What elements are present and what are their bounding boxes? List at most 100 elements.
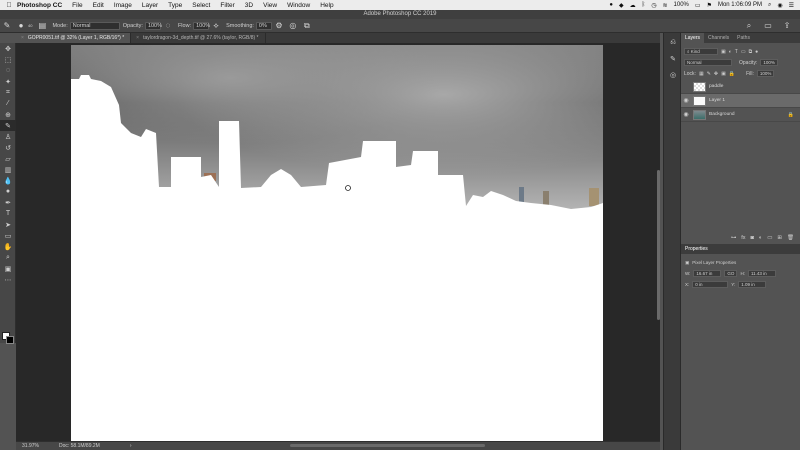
share-icon[interactable]: ⇪ — [782, 21, 792, 31]
tab-paths[interactable]: Paths — [733, 33, 754, 43]
document-canvas[interactable] — [71, 45, 603, 442]
layer-fill-field[interactable]: 100% — [756, 70, 775, 77]
time-machine-icon[interactable]: ◷ — [651, 2, 656, 9]
close-tab-icon[interactable]: × — [136, 35, 139, 41]
magic-wand-tool[interactable]: ✦ — [0, 76, 16, 87]
menu-edit[interactable]: Edit — [93, 2, 104, 9]
opacity-field[interactable]: 100% — [144, 21, 162, 30]
menu-view[interactable]: View — [263, 2, 277, 9]
menu-image[interactable]: Image — [114, 2, 132, 9]
layer-style-icon[interactable]: fx — [741, 235, 745, 241]
marquee-tool[interactable]: ⬚ — [0, 54, 16, 65]
layer-opacity-field[interactable]: 100% — [760, 59, 778, 66]
workspace-icon[interactable]: ▭ — [763, 21, 773, 31]
vertical-scrollbar[interactable] — [657, 170, 660, 320]
tab-taylordragon[interactable]: × taylordragon-3d_depth.tif @ 27.6% (tayl… — [131, 33, 266, 43]
blend-mode-select[interactable]: Normal — [684, 59, 732, 66]
menu-layer[interactable]: Layer — [142, 2, 158, 9]
lock-transparent-icon[interactable]: ▦ — [699, 71, 704, 77]
bluetooth-icon[interactable]: ᛒ — [642, 2, 646, 8]
height-field[interactable]: 11.43 in — [747, 270, 776, 277]
eyedropper-tool[interactable]: ⁄ — [0, 98, 16, 109]
layer-row-layer-1[interactable]: ◉ Layer 1 — [681, 94, 800, 108]
filter-smart-icon[interactable]: ⧉ — [749, 49, 753, 55]
clone-stamp-tool[interactable]: ♙ — [0, 131, 16, 142]
eye-icon[interactable]: ◉ — [681, 97, 691, 104]
new-layer-icon[interactable]: ⊞ — [777, 235, 782, 241]
menu-select[interactable]: Select — [192, 2, 210, 9]
tab-channels[interactable]: Channels — [704, 33, 733, 43]
app-status-icon[interactable]: ● — [609, 2, 613, 8]
type-tool[interactable]: T — [0, 208, 16, 219]
eraser-tool[interactable]: ▱ — [0, 153, 16, 164]
zoom-tool[interactable]: ⌕ — [0, 252, 16, 263]
lock-artboard-icon[interactable]: ▣ — [721, 71, 726, 77]
pressure-size-icon[interactable]: ◎ — [288, 21, 298, 31]
layer-row-paddle[interactable]: paddle — [681, 80, 800, 94]
layer-name[interactable]: Layer 1 — [709, 98, 725, 103]
menu-file[interactable]: File — [72, 2, 82, 9]
add-mask-icon[interactable]: ◙ — [751, 235, 754, 241]
filter-type-icon[interactable]: T — [735, 49, 738, 55]
spotlight-icon[interactable]: ⌕ — [768, 2, 771, 9]
zoom-level[interactable]: 31.97% — [22, 443, 39, 449]
path-selection-tool[interactable]: ➤ — [0, 219, 16, 230]
filter-adjustment-icon[interactable]: ◐ — [729, 49, 732, 55]
symmetry-icon[interactable]: ⧉ — [302, 21, 312, 31]
move-tool[interactable]: ✥ — [0, 43, 16, 54]
filter-pixel-icon[interactable]: ▣ — [721, 49, 726, 55]
horizontal-scrollbar[interactable] — [290, 444, 485, 447]
healing-brush-tool[interactable]: ⊕ — [0, 109, 16, 120]
eye-icon[interactable]: ◉ — [681, 111, 691, 118]
siri-icon[interactable]: ◉ — [777, 2, 782, 9]
menu-app[interactable]: Photoshop CC — [17, 2, 62, 9]
blur-tool[interactable]: 💧 — [0, 175, 16, 186]
menu-filter[interactable]: Filter — [220, 2, 234, 9]
notification-center-icon[interactable]: ☰ — [789, 2, 794, 9]
brush-panel-icon[interactable]: ✎ — [665, 53, 681, 65]
wifi-icon[interactable]: ≋ — [663, 2, 668, 9]
history-brush-tool[interactable]: ↺ — [0, 142, 16, 153]
apple-icon[interactable]:  — [4, 2, 14, 9]
smoothing-options-gear-icon[interactable]: ⚙ — [274, 21, 284, 31]
menu-help[interactable]: Help — [320, 2, 333, 9]
x-field[interactable]: 0 in — [692, 281, 729, 288]
rectangle-tool[interactable]: ▭ — [0, 230, 16, 241]
close-tab-icon[interactable]: × — [21, 35, 24, 41]
history-panel-icon[interactable]: ⎌ — [665, 37, 681, 49]
mode-select[interactable]: Normal — [69, 21, 120, 30]
width-field[interactable]: 16.67 in — [693, 270, 722, 277]
lock-all-icon[interactable]: 🔒 — [729, 71, 735, 77]
group-icon[interactable]: ▭ — [767, 235, 772, 241]
layer-row-background[interactable]: ◉ Background 🔒 — [681, 108, 800, 122]
clock[interactable]: Mon 1:06:09 PM — [718, 2, 762, 8]
search-icon[interactable]: ⌕ — [744, 21, 754, 31]
menu-window[interactable]: Window — [287, 2, 310, 9]
filter-kind-select[interactable]: ⌕ Kind — [684, 48, 718, 55]
brush-preset-picker-icon[interactable]: ● — [16, 21, 26, 31]
doc-size[interactable]: Doc: 58.1M/89.2M — [59, 443, 100, 449]
link-layers-icon[interactable]: ⊶ — [731, 235, 737, 241]
adjustment-layer-icon[interactable]: ◐ — [759, 235, 762, 241]
tab-gopr0051[interactable]: × GOPR0051.tif @ 32% (Layer 1, RGB/16*) * — [16, 33, 132, 43]
lock-position-icon[interactable]: ✥ — [714, 71, 718, 77]
airbrush-icon[interactable]: ⟡ — [211, 21, 221, 31]
layer-name[interactable]: Background — [709, 112, 735, 117]
smoothing-field[interactable]: 0% — [255, 21, 272, 30]
flag-icon[interactable]: ⚑ — [707, 2, 712, 9]
trash-icon[interactable]: 🗑 — [787, 235, 794, 241]
dodge-tool[interactable]: ● — [0, 186, 16, 197]
flow-field[interactable]: 100% — [193, 21, 210, 30]
hand-tool[interactable]: ✋ — [0, 241, 16, 252]
y-field[interactable]: 1.09 in — [738, 281, 767, 288]
layer-name[interactable]: paddle — [709, 84, 723, 89]
cloud-icon[interactable]: ☁ — [630, 2, 636, 9]
brush-tool[interactable]: ✎ — [0, 120, 16, 131]
pressure-opacity-icon[interactable]: ◌ — [163, 21, 173, 31]
background-color-swatch[interactable] — [6, 336, 14, 344]
lasso-tool[interactable]: ◌ — [0, 65, 16, 76]
link-dimensions-button[interactable]: GO — [724, 270, 738, 277]
gradient-tool[interactable]: ▥ — [0, 164, 16, 175]
dropbox-icon[interactable]: ◆ — [619, 2, 624, 9]
brush-settings-icon[interactable]: ▤ — [37, 21, 47, 31]
